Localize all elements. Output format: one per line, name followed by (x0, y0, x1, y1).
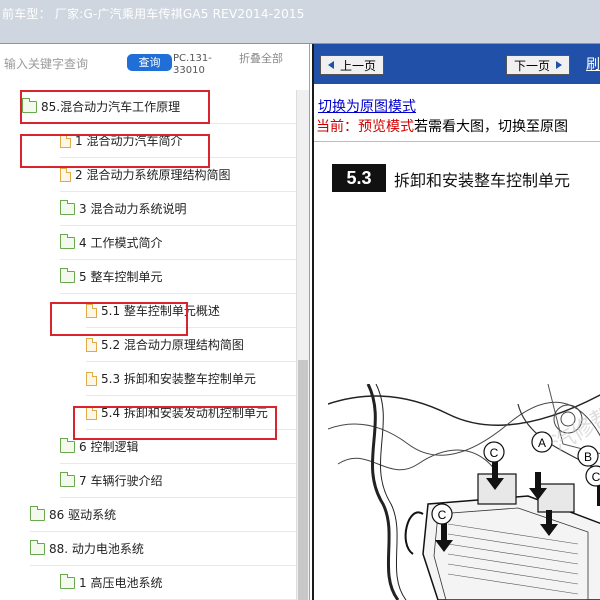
callout-a: A (538, 436, 546, 450)
next-page-button[interactable]: 下一页 (506, 55, 570, 75)
tree-node-label: 3 混合动力系统说明 (79, 202, 187, 216)
tree-node-label: 5.3 拆卸和安装整车控制单元 (101, 372, 256, 386)
tree-node-label: 1 高压电池系统 (79, 576, 163, 590)
tree-node-label: 5.2 混合动力原理结构简图 (101, 338, 244, 352)
tree-node-selected[interactable]: 5.3 拆卸和安装整车控制单元 (86, 362, 296, 396)
previous-page-label: 上一页 (339, 58, 376, 73)
query-button[interactable]: 查询 (127, 54, 172, 71)
preview-mode-label: 预览模式 (358, 119, 414, 135)
window-title: 前车型： 厂家:G-广汽乘用车传祺GA5 REV2014-2015 (2, 7, 305, 21)
previous-page-button[interactable]: 上一页 (320, 55, 384, 75)
highlight-box (20, 90, 210, 124)
tree-node[interactable]: 3 混合动力系统说明 (60, 192, 296, 226)
refresh-link[interactable]: 刷 (586, 54, 600, 74)
section-title: 拆卸和安装整车控制单元 (394, 171, 571, 190)
tree-node[interactable]: 7 车辆行驶介绍 (60, 464, 296, 498)
folder-icon (60, 199, 75, 215)
window-title-bar: 前车型： 厂家:G-广汽乘用车传祺GA5 REV2014-2015 (0, 0, 600, 44)
tree-node-label: 86 驱动系统 (49, 508, 117, 522)
document-icon (86, 371, 97, 386)
callout-c: C (490, 446, 499, 460)
section-number: 5.3 (332, 164, 386, 192)
tree-node-label: 5 整车控制单元 (79, 270, 163, 284)
arrow-left-icon (327, 61, 334, 69)
collapse-all-link[interactable]: 折叠全部 (239, 53, 283, 65)
folder-icon (60, 233, 75, 249)
tree-scrollbar[interactable] (296, 90, 309, 600)
search-input[interactable] (4, 53, 122, 75)
tree-node-label: 88. 动力电池系统 (49, 542, 144, 556)
document-icon (86, 337, 97, 352)
scrollbar-thumb[interactable] (298, 360, 308, 600)
highlight-box (73, 406, 277, 440)
tree-node[interactable]: 88. 动力电池系统 (30, 532, 296, 566)
folder-icon (60, 573, 75, 589)
tree-node[interactable]: 86 驱动系统 (30, 498, 296, 532)
folder-icon (60, 471, 75, 487)
callout-b: B (584, 450, 592, 464)
catalog-panel: 查询 PC.131-33010 折叠全部 85.混合动力汽车工作原理 1 混合动… (0, 44, 310, 600)
tree-node[interactable]: 1 高压电池系统 (60, 566, 296, 600)
pc-code-label: PC.131-33010 (173, 53, 212, 76)
divider (314, 141, 600, 142)
current-label: 当前： (316, 119, 358, 135)
callout-c: C (438, 508, 447, 522)
tree-node-label: 4 工作模式简介 (79, 236, 163, 250)
tree-node-label: 6 控制逻辑 (79, 440, 139, 454)
highlight-box (50, 302, 188, 336)
document-viewer: 上一页 下一页 刷 切换为原图模式 当前：预览模式若需看大图，切换至原图 5.3… (312, 44, 600, 600)
folder-icon (60, 437, 75, 453)
folder-icon (30, 539, 45, 555)
switch-original-mode-link[interactable]: 切换为原图模式 (318, 96, 416, 116)
tree-node[interactable]: 4 工作模式简介 (60, 226, 296, 260)
folder-icon (30, 505, 45, 521)
preview-mode-notice: 当前：预览模式若需看大图，切换至原图 (316, 116, 568, 136)
callout-c: C (592, 470, 600, 484)
arrow-right-icon (556, 61, 562, 69)
highlight-box (20, 134, 210, 168)
folder-icon (60, 267, 75, 283)
tree-node-label: 2 混合动力系统原理结构简图 (75, 168, 231, 182)
tree-node-label: 7 车辆行驶介绍 (79, 474, 163, 488)
installation-diagram: A B C C C 汽修帮 (328, 384, 600, 600)
viewer-nav-bar: 上一页 下一页 刷 (314, 44, 600, 84)
next-page-label: 下一页 (513, 58, 550, 73)
document-icon (60, 167, 71, 182)
enlarge-hint: 若需看大图，切换至原图 (414, 119, 568, 135)
tree-node[interactable]: 5 整车控制单元 (60, 260, 296, 294)
search-row: 查询 PC.131-33010 折叠全部 (0, 44, 309, 84)
